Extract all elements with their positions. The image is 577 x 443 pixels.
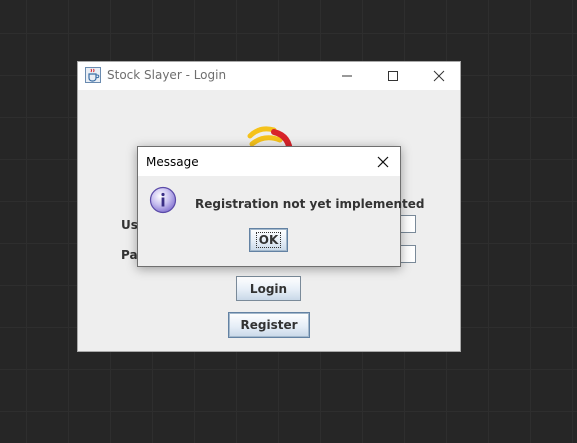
ok-button[interactable]: OK (249, 228, 288, 252)
dialog-titlebar[interactable]: Message (138, 147, 400, 176)
close-icon (377, 156, 389, 167)
maximize-icon (388, 71, 398, 81)
password-label: Pa (121, 248, 138, 262)
username-label: Us (121, 218, 138, 232)
java-cup-icon (85, 67, 101, 83)
close-icon (433, 70, 445, 82)
close-button[interactable] (416, 62, 462, 90)
login-button[interactable]: Login (236, 276, 301, 301)
minimize-icon (342, 75, 352, 77)
maximize-button[interactable] (370, 62, 416, 90)
message-dialog: Message Registration not yet implemented… (137, 146, 424, 267)
window-title: Stock Slayer - Login (107, 68, 227, 82)
window-titlebar[interactable]: Stock Slayer - Login (78, 62, 460, 90)
ok-button-label: OK (255, 232, 282, 248)
dialog-title: Message (146, 155, 199, 169)
minimize-button[interactable] (324, 62, 370, 90)
dialog-close-button[interactable] (366, 147, 400, 176)
information-icon (149, 186, 177, 214)
dialog-message: Registration not yet implemented (195, 197, 425, 211)
register-button[interactable]: Register (228, 312, 310, 338)
